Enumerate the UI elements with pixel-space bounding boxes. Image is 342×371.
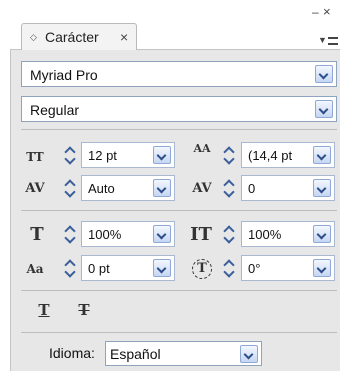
tracking-field[interactable]: 0	[241, 175, 335, 201]
kerning-value: Auto	[88, 181, 115, 196]
chevron-down-icon[interactable]	[240, 345, 258, 363]
kerning-icon: AV	[25, 181, 45, 196]
language-value: Español	[110, 346, 161, 362]
rotation-stepper[interactable]	[221, 256, 237, 280]
panel-menu-lines-icon	[328, 37, 338, 45]
vertical-scale-field[interactable]: 100%	[81, 221, 175, 247]
panel-menu-button[interactable]: ▼	[318, 34, 340, 48]
tab-character[interactable]: ◇ Carácter ×	[21, 23, 137, 50]
chevron-down-icon[interactable]	[223, 153, 235, 165]
chevron-down-icon[interactable]	[313, 225, 331, 243]
font-size-field[interactable]: 12 pt	[81, 142, 175, 168]
divider	[21, 210, 337, 211]
divider	[21, 290, 337, 291]
strikethrough-icon: T	[78, 301, 90, 319]
rotation-value: 0°	[248, 261, 261, 276]
chevron-down-icon[interactable]	[153, 146, 171, 164]
leading-icon: AA	[193, 142, 211, 155]
character-rotation-icon: T	[189, 257, 215, 281]
chevron-down-icon[interactable]	[313, 179, 331, 197]
font-style-value: Regular	[30, 102, 80, 118]
chevron-down-icon[interactable]	[64, 266, 76, 278]
underline-icon: T	[38, 301, 50, 319]
rotation-field[interactable]: 0°	[241, 255, 335, 281]
font-size-stepper[interactable]	[62, 143, 78, 167]
strikethrough-button[interactable]: T	[73, 299, 95, 321]
chevron-down-icon[interactable]	[64, 186, 76, 198]
chevron-down-icon[interactable]	[64, 232, 76, 244]
leading-stepper[interactable]	[221, 143, 237, 167]
chevron-down-icon[interactable]	[153, 259, 171, 277]
language-label: Idioma:	[49, 345, 95, 361]
chevron-down-icon[interactable]	[153, 225, 171, 243]
window-controls: – ×	[312, 5, 334, 20]
panel-menu-arrow-icon: ▼	[318, 35, 327, 45]
leading-field[interactable]: (14,4 pt	[241, 142, 335, 168]
chevron-down-icon[interactable]	[223, 186, 235, 198]
baseline-shift-field[interactable]: 0 pt	[81, 255, 175, 281]
chevron-down-icon[interactable]	[315, 65, 333, 83]
vertical-scale-icon: T	[30, 224, 44, 245]
kerning-field[interactable]: Auto	[81, 175, 175, 201]
font-family-value: Myriad Pro	[30, 67, 98, 83]
tab-character-label: Carácter	[45, 29, 99, 45]
baseline-shift-icon: Aa	[26, 262, 44, 276]
baseline-shift-stepper[interactable]	[62, 256, 78, 280]
vertical-scale-stepper[interactable]	[62, 222, 78, 246]
underline-button[interactable]: T	[33, 299, 55, 321]
font-family-select[interactable]: Myriad Pro	[21, 61, 337, 87]
chevron-down-icon[interactable]	[223, 232, 235, 244]
divider	[21, 332, 337, 333]
chevron-down-icon[interactable]	[313, 259, 331, 277]
chevron-down-icon[interactable]	[153, 179, 171, 197]
divider	[21, 129, 337, 130]
horizontal-scale-stepper[interactable]	[221, 222, 237, 246]
close-panel-icon[interactable]: ×	[323, 5, 334, 20]
leading-value: (14,4 pt	[248, 148, 293, 163]
horizontal-scale-field[interactable]: 100%	[241, 221, 335, 247]
horizontal-scale-value: 100%	[248, 227, 282, 242]
vertical-scale-value: 100%	[88, 227, 122, 242]
chevron-down-icon[interactable]	[315, 100, 333, 118]
font-size-icon: TT	[26, 150, 44, 164]
font-size-value: 12 pt	[88, 148, 117, 163]
minimize-icon[interactable]: –	[312, 6, 321, 20]
tracking-icon: AV	[192, 181, 212, 196]
tracking-stepper[interactable]	[221, 176, 237, 200]
close-tab-icon[interactable]: ×	[120, 29, 128, 45]
chevron-down-icon[interactable]	[64, 153, 76, 165]
tracking-value: 0	[248, 181, 256, 196]
baseline-shift-value: 0 pt	[88, 261, 110, 276]
chevron-down-icon[interactable]	[223, 266, 235, 278]
chevron-down-icon[interactable]	[313, 146, 331, 164]
horizontal-scale-icon: IT	[190, 224, 212, 245]
font-style-select[interactable]: Regular	[21, 96, 337, 122]
kerning-stepper[interactable]	[62, 176, 78, 200]
expand-diamond-icon[interactable]: ◇	[30, 32, 37, 42]
language-select[interactable]: Español	[105, 341, 262, 366]
